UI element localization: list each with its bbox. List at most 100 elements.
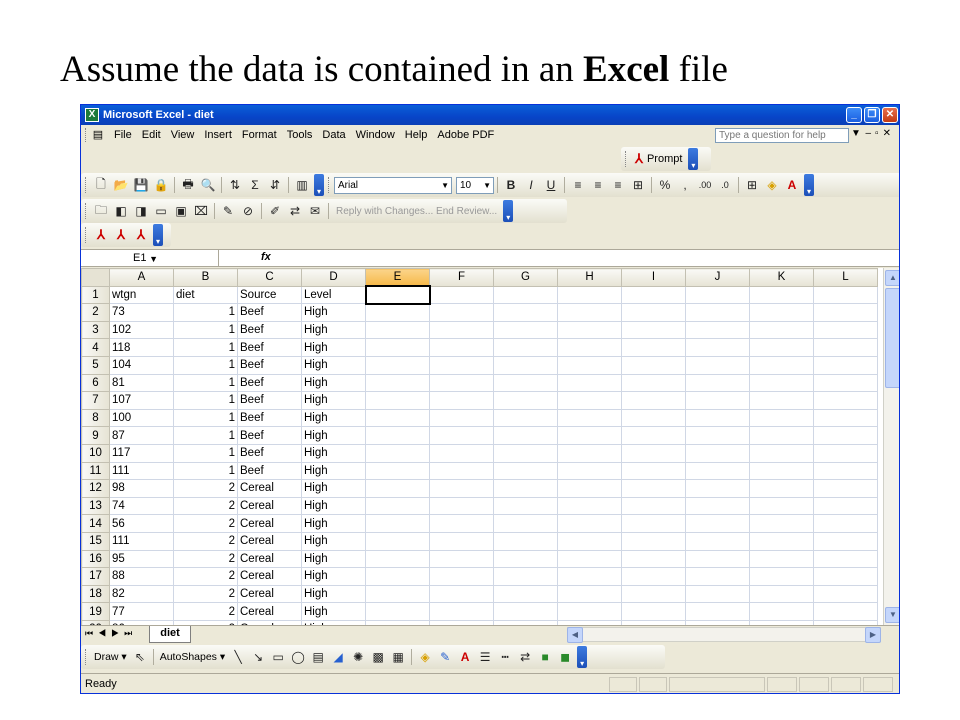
cell-b3[interactable]: 1 [173, 320, 238, 340]
toolbar-grip[interactable] [85, 203, 88, 219]
increase-decimal-icon[interactable]: .00 [695, 175, 715, 195]
cell-a5[interactable]: 104 [109, 355, 174, 375]
text-box-icon[interactable]: ▤ [308, 647, 328, 667]
row-header[interactable]: 18 [81, 584, 110, 604]
cell-i15[interactable] [621, 531, 686, 551]
arrow-icon[interactable]: ↘ [248, 647, 268, 667]
cell-b4[interactable]: 1 [173, 338, 238, 357]
cell-a9[interactable]: 87 [109, 426, 174, 445]
cell-i11[interactable] [621, 461, 686, 481]
cell-j5[interactable] [685, 355, 750, 375]
cell-i1[interactable] [621, 285, 686, 305]
cell-a16[interactable]: 95 [109, 549, 174, 569]
cell-a19[interactable]: 77 [109, 602, 174, 621]
cell-c2[interactable]: Beef [237, 303, 302, 322]
cell-h7[interactable] [557, 391, 622, 410]
cell-j13[interactable] [685, 496, 750, 516]
cell-l5[interactable] [813, 355, 878, 375]
cell-g16[interactable] [493, 549, 558, 569]
cell-l2[interactable] [813, 303, 878, 322]
formula-input[interactable] [281, 251, 881, 266]
cell-e14[interactable] [365, 514, 430, 533]
toolbar-options-icon[interactable]: ▾ [314, 174, 324, 196]
toolbar-options-icon[interactable]: ▾ [804, 174, 814, 196]
row-header[interactable]: 2 [81, 303, 110, 322]
cell-i19[interactable] [621, 602, 686, 621]
cell-f19[interactable] [429, 602, 494, 621]
cell-d17[interactable]: High [301, 567, 366, 586]
cell-e16[interactable] [365, 549, 430, 569]
cell-b12[interactable]: 2 [173, 479, 238, 498]
cell-a3[interactable]: 102 [109, 320, 174, 340]
help-dropdown-icon[interactable]: ▼ [851, 128, 861, 139]
chevron-down-icon[interactable]: ▼ [483, 178, 491, 193]
cell-f15[interactable] [429, 531, 494, 551]
cell-h16[interactable] [557, 549, 622, 569]
cell-c4[interactable]: Beef [237, 338, 302, 357]
cell-g18[interactable] [493, 584, 558, 604]
title-bar[interactable]: X Microsoft Excel - diet _ ❐ ✕ [81, 105, 899, 125]
chevron-down-icon[interactable]: ▼ [441, 178, 449, 193]
toolbar-options-icon[interactable]: ▾ [577, 646, 588, 668]
cell-i5[interactable] [621, 355, 686, 375]
cell-f18[interactable] [429, 584, 494, 604]
row-header[interactable]: 14 [81, 514, 110, 533]
cell-d8[interactable]: High [301, 408, 366, 428]
cell-e2[interactable] [365, 303, 430, 322]
scroll-up-icon[interactable]: ▲ [885, 270, 899, 286]
scroll-left-icon[interactable]: ◀ [567, 627, 583, 643]
cell-k11[interactable] [749, 461, 814, 481]
cell-f17[interactable] [429, 567, 494, 586]
cell-k7[interactable] [749, 391, 814, 410]
select-objects-icon[interactable]: ⇖ [130, 647, 150, 667]
cell-l13[interactable] [813, 496, 878, 516]
cell-e10[interactable] [365, 443, 430, 463]
cell-a11[interactable]: 111 [109, 461, 174, 481]
cell-c9[interactable]: Beef [237, 426, 302, 445]
delete-comment-icon[interactable]: ⌧ [191, 201, 211, 221]
cell-a8[interactable]: 100 [109, 408, 174, 428]
cell-k14[interactable] [749, 514, 814, 533]
cell-b15[interactable]: 2 [173, 531, 238, 551]
send-to-recipient-icon[interactable]: ✉ [305, 201, 325, 221]
select-all-corner[interactable] [81, 268, 110, 287]
cell-d10[interactable]: High [301, 443, 366, 463]
cell-g17[interactable] [493, 567, 558, 586]
cell-c7[interactable]: Beef [237, 391, 302, 410]
cell-h5[interactable] [557, 355, 622, 375]
column-header-h[interactable]: H [557, 268, 622, 287]
cell-a18[interactable]: 82 [109, 584, 174, 604]
cell-g8[interactable] [493, 408, 558, 428]
cell-j18[interactable] [685, 584, 750, 604]
column-header-i[interactable]: I [621, 268, 686, 287]
column-header-g[interactable]: G [493, 268, 558, 287]
column-header-j[interactable]: J [685, 268, 750, 287]
cell-d1[interactable]: Level [301, 285, 366, 305]
cell-a15[interactable]: 111 [109, 531, 174, 551]
cell-i17[interactable] [621, 567, 686, 586]
chevron-down-icon[interactable]: ▼ [149, 251, 158, 267]
cell-d12[interactable]: High [301, 479, 366, 498]
cell-h13[interactable] [557, 496, 622, 516]
cell-j9[interactable] [685, 426, 750, 445]
row-header[interactable]: 10 [81, 443, 110, 463]
close-button[interactable]: ✕ [882, 107, 898, 123]
cell-c16[interactable]: Cereal [237, 549, 302, 569]
cell-i10[interactable] [621, 443, 686, 463]
cell-g13[interactable] [493, 496, 558, 516]
row-header[interactable]: 6 [81, 373, 110, 393]
cell-c1[interactable]: Source [237, 285, 302, 305]
cell-i7[interactable] [621, 391, 686, 410]
cell-b2[interactable]: 1 [173, 303, 238, 322]
cell-k18[interactable] [749, 584, 814, 604]
cell-j14[interactable] [685, 514, 750, 533]
column-header-c[interactable]: C [237, 268, 302, 287]
shadow-style-icon[interactable]: ■ [535, 647, 555, 667]
cell-f4[interactable] [429, 338, 494, 357]
cell-l17[interactable] [813, 567, 878, 586]
cell-h8[interactable] [557, 408, 622, 428]
cell-h9[interactable] [557, 426, 622, 445]
cell-d5[interactable]: High [301, 355, 366, 375]
cell-l18[interactable] [813, 584, 878, 604]
cell-l8[interactable] [813, 408, 878, 428]
